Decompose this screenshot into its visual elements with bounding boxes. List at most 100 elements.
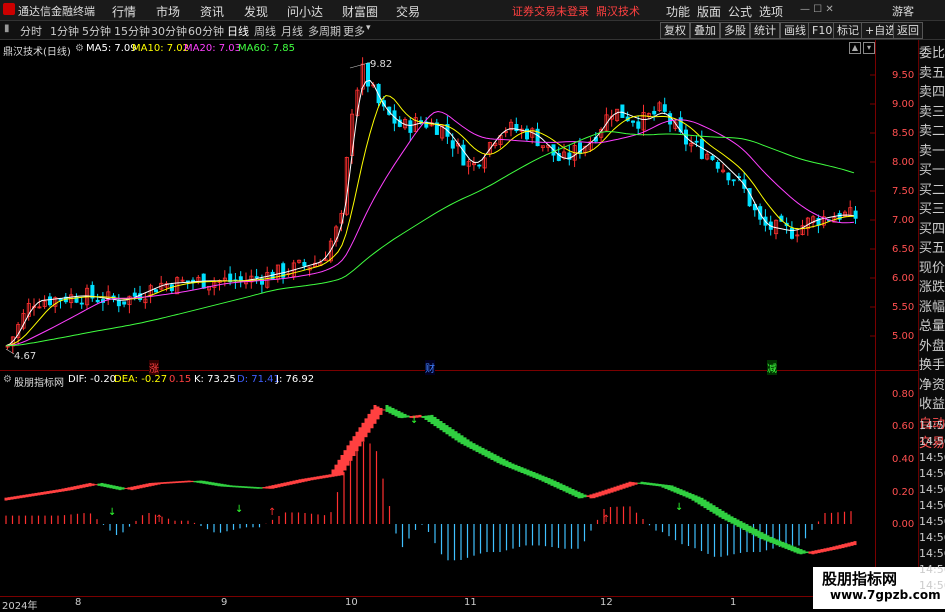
- quote-field-label: 总量: [919, 319, 945, 334]
- trade-time: 14:56: [919, 515, 945, 528]
- candle-body: [620, 104, 625, 118]
- price-tick: 5.00: [892, 331, 915, 342]
- sub-chart-title: 股朋指标网: [14, 378, 64, 389]
- candle-body: [48, 296, 53, 306]
- trade-time: 14:56: [919, 531, 945, 544]
- quote-field-label: 外盘: [919, 338, 945, 354]
- candle-body: [731, 179, 736, 182]
- candle-body: [254, 276, 259, 279]
- ma20-line: [5, 110, 855, 347]
- price-tick: 9.50: [892, 70, 915, 81]
- ma20-value: MA20: 7.03: [184, 43, 242, 54]
- candle-body: [461, 144, 466, 166]
- quote-field-label: 现价: [919, 260, 945, 276]
- ma60-line: [5, 131, 855, 347]
- price-tick: 7.00: [892, 215, 915, 226]
- trade-time: 14:56: [919, 451, 945, 464]
- panel-divider: [0, 370, 918, 371]
- down-arrow-icon: ↓: [108, 507, 116, 518]
- candle-body: [710, 155, 715, 160]
- quote-field-label: 买一: [919, 163, 945, 178]
- quote-field-label: 卖三: [919, 104, 945, 120]
- settings-gear-icon[interactable]: ⚙: [75, 43, 84, 54]
- trade-time: 14:56: [919, 579, 945, 592]
- macd-value: 0.15: [169, 374, 192, 385]
- ma10-line: [5, 94, 855, 347]
- candle-body: [790, 227, 795, 239]
- ma5-value: MA5: 7.09: [86, 43, 137, 54]
- candle-body: [153, 289, 158, 293]
- candle-body: [715, 161, 720, 169]
- x-axis-label: 10: [345, 597, 358, 608]
- quote-field-label: 卖二: [919, 124, 945, 139]
- quote-field-label: 买五: [919, 241, 945, 256]
- sub-tick: 0.60: [892, 421, 915, 432]
- quote-field-label: 卖五: [919, 65, 945, 81]
- quote-field-label: 净资: [919, 377, 945, 393]
- candle-body: [631, 120, 636, 123]
- down-arrow-icon: ↓: [235, 504, 243, 515]
- j-value: J: 76.92: [276, 374, 315, 385]
- up-arrow-icon: ↑: [155, 514, 163, 525]
- price-axis-divider: [875, 40, 876, 609]
- price-tick: 6.50: [892, 244, 915, 255]
- dea-value: DEA: -0.27: [114, 374, 168, 385]
- quote-field-label: 涨幅: [919, 299, 945, 315]
- quote-field-label: 委比: [919, 46, 945, 61]
- event-marker-finance[interactable]: 财: [425, 360, 435, 375]
- quote-side-labels: 委比 卖五 卖四 卖三 卖二 卖一 买一 买二 买三 买四 买五 现价 涨跌 涨幅 总量 外盘 换手 净资 收益 自动…: [919, 44, 945, 454]
- panel-collapse-icon[interactable]: ▲: [849, 42, 861, 54]
- quote-field-label: 卖一: [919, 143, 945, 159]
- event-marker-up[interactable]: 涨: [149, 360, 159, 375]
- candle-body: [853, 210, 858, 219]
- x-axis-label: 12: [600, 597, 613, 608]
- x-axis-label: 8: [75, 597, 82, 608]
- candle-body: [652, 110, 657, 115]
- x-axis-label: 2024年: [2, 601, 38, 612]
- panel-expand-icon[interactable]: ▾: [863, 42, 875, 54]
- quote-field-label: 卖四: [919, 85, 945, 100]
- kline-chart[interactable]: ↓↓↓↓↑↑↑↑: [0, 0, 945, 609]
- quote-field-label: 买三: [919, 202, 945, 217]
- price-tick: 9.00: [892, 99, 915, 110]
- quote-field-label: 买二: [919, 182, 945, 198]
- x-axis-label: 11: [464, 597, 477, 608]
- candle-body: [238, 276, 243, 281]
- price-tick: 8.50: [892, 128, 915, 139]
- k-value: K: 73.25: [194, 374, 236, 385]
- quote-field-label: 涨跌: [919, 280, 945, 295]
- candle-body: [726, 172, 731, 181]
- up-arrow-icon: ↑: [268, 507, 276, 518]
- candle-body: [408, 120, 413, 133]
- trade-time: 14:56: [919, 563, 945, 576]
- chart-title: 鼎汉技术(日线): [3, 47, 71, 58]
- price-tick: 8.00: [892, 157, 915, 168]
- ma5-line: [5, 79, 855, 347]
- candle-body: [95, 299, 100, 303]
- candle-body: [116, 299, 121, 307]
- down-arrow-icon: ↓: [410, 415, 418, 426]
- event-marker-reduce[interactable]: 减: [767, 360, 777, 375]
- candle-body: [132, 292, 137, 297]
- sub-tick: 0.00: [892, 519, 915, 530]
- xaxis-divider: [0, 596, 918, 597]
- quote-field-label: 收益: [919, 397, 945, 412]
- price-tick: 6.00: [892, 273, 915, 284]
- trade-times: 14:56 14:56 14:56 14:56 14:56 14:56 14:56 14:56…: [919, 418, 945, 594]
- ma60-value: MA60: 7.85: [238, 43, 296, 54]
- trade-time: 14:56: [919, 419, 945, 432]
- candle-body: [122, 301, 127, 305]
- candle-body: [636, 121, 641, 129]
- sub-tick: 0.40: [892, 454, 915, 465]
- sub-tick: 0.80: [892, 389, 915, 400]
- high-price-label: 9.82: [370, 59, 393, 70]
- dif-value: DIF: -0.20: [68, 374, 117, 385]
- quote-field-label: 买四: [919, 221, 945, 237]
- down-arrow-icon: ↓: [675, 502, 683, 513]
- candle-body: [302, 262, 307, 267]
- d-value: D: 71.41: [237, 374, 280, 385]
- up-arrow-icon: ↑: [602, 514, 610, 525]
- trade-time: 14:56: [919, 499, 945, 512]
- sub-settings-icon[interactable]: ⚙: [3, 374, 12, 385]
- sub-tick: 0.20: [892, 487, 915, 498]
